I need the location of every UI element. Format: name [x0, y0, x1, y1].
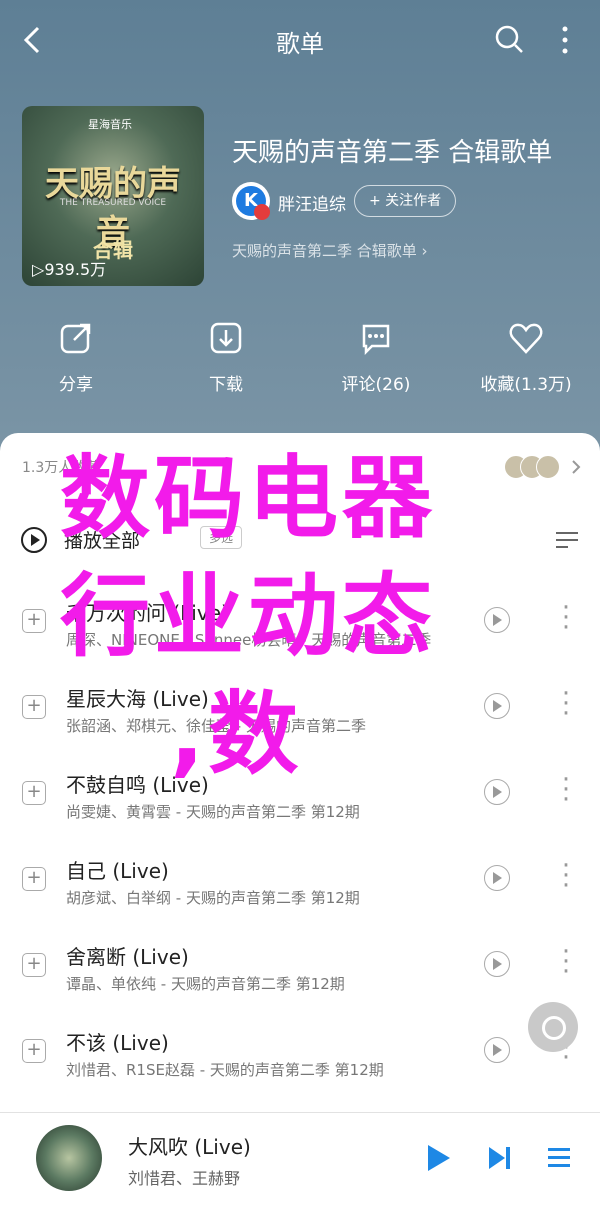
list-item[interactable]: + 自己 (Live) 胡彦斌、白举纲 - 天赐的声音第二季 第12期 · · ·: [0, 839, 600, 925]
next-track-icon[interactable]: [486, 1143, 514, 1173]
multi-select-button[interactable]: 多选: [200, 526, 243, 549]
favorite-avatars[interactable]: [500, 451, 600, 481]
add-to-playlist-icon[interactable]: +: [22, 867, 46, 891]
chevron-right-icon: [572, 460, 581, 474]
comment-icon: [362, 324, 390, 356]
now-playing-title: 大风吹 (Live): [128, 1135, 251, 1159]
favorite-button[interactable]: 收藏(1.3万): [466, 320, 586, 395]
add-to-playlist-icon[interactable]: +: [22, 953, 46, 977]
add-to-playlist-icon[interactable]: +: [22, 1039, 46, 1063]
list-item[interactable]: + 舍离断 (Live) 谭晶、单依纯 - 天赐的声音第二季 第12期 · · ·: [0, 925, 600, 1011]
cover-subtitle: THE TREASURED VOICE: [59, 198, 167, 208]
song-meta: 尚雯婕、黄霄雲 - 天赐的声音第二季 第12期: [66, 803, 360, 821]
list-sort-icon[interactable]: [554, 528, 580, 554]
comment-label: 评论(26): [341, 375, 411, 395]
more-dots-icon[interactable]: ···: [556, 853, 576, 899]
comment-button[interactable]: 评论(26): [316, 320, 436, 395]
top-bar: 歌单: [0, 0, 600, 80]
song-title: 千万次的问 (Live): [66, 601, 229, 625]
play-count: ▷939.5万: [32, 260, 107, 279]
list-item[interactable]: + 千万次的问 (Live) 周深、NINEONE、Sunnee杨芸晴 - 天赐…: [0, 581, 600, 667]
favorites-summary[interactable]: 1.3万人收藏: [22, 457, 100, 477]
video-play-icon[interactable]: [484, 951, 510, 977]
share-icon: [60, 323, 91, 354]
action-bar: 分享 下载 评论(26) 收藏(1.3万): [0, 320, 600, 400]
song-meta: 张韶涵、郑棋元、徐佳莹 - 天赐的声音第二季: [66, 717, 366, 735]
follow-author-button[interactable]: + 关注作者: [354, 185, 457, 217]
play-icon[interactable]: [424, 1143, 452, 1173]
video-play-icon[interactable]: [484, 779, 510, 805]
album-disc[interactable]: [36, 1125, 102, 1191]
add-to-playlist-icon[interactable]: +: [22, 695, 46, 719]
playlist-title: 天赐的声音第二季 合辑歌单: [232, 138, 553, 168]
playlist-queue-icon[interactable]: [546, 1143, 572, 1173]
song-title: 舍离断 (Live): [66, 945, 189, 969]
song-meta: 刘惜君、R1SE赵磊 - 天赐的声音第二季 第12期: [66, 1061, 384, 1079]
song-list-sheet: 1.3万人收藏 播放全部 多选 + 千万次的问 (Live) 周深、NINEON…: [0, 433, 600, 1123]
creator-avatar[interactable]: K: [232, 182, 270, 220]
share-label: 分享: [59, 375, 93, 395]
video-play-icon[interactable]: [484, 693, 510, 719]
more-dots-icon[interactable]: ···: [556, 681, 576, 727]
search-icon: [495, 25, 523, 53]
song-meta: 胡彦斌、白举纲 - 天赐的声音第二季 第12期: [66, 889, 360, 907]
avatar: [536, 455, 560, 479]
add-to-playlist-icon[interactable]: +: [22, 609, 46, 633]
video-play-icon[interactable]: [484, 865, 510, 891]
song-meta: 周深、NINEONE、Sunnee杨芸晴 - 天赐的声音第二季: [66, 631, 432, 649]
play-all-label: 播放全部: [64, 530, 141, 552]
list-item[interactable]: + 不鼓自鸣 (Live) 尚雯婕、黄霄雲 - 天赐的声音第二季 第12期 · ·…: [0, 753, 600, 839]
floating-locate-button[interactable]: [528, 1002, 578, 1052]
list-item[interactable]: + 星辰大海 (Live) 张韶涵、郑棋元、徐佳莹 - 天赐的声音第二季 · · ·: [0, 667, 600, 753]
creator-name[interactable]: 胖汪追综: [278, 190, 346, 215]
song-meta: 谭晶、单依纯 - 天赐的声音第二季 第12期: [66, 975, 345, 993]
song-title: 自己 (Live): [66, 859, 169, 883]
more-dots-icon[interactable]: ···: [556, 595, 576, 641]
add-to-playlist-icon[interactable]: +: [22, 781, 46, 805]
list-item[interactable]: + 不该 (Live) 刘惜君、R1SE赵磊 - 天赐的声音第二季 第12期 ·…: [0, 1011, 600, 1097]
download-label: 下载: [209, 375, 243, 395]
more-menu-button[interactable]: [545, 20, 585, 60]
download-icon: [210, 322, 242, 354]
play-all-row[interactable]: 播放全部 多选: [0, 508, 600, 568]
song-title: 不鼓自鸣 (Live): [66, 773, 209, 797]
now-playing-artist: 刘惜君、王赫野: [128, 1169, 241, 1188]
play-triangle-icon: ▷: [32, 260, 45, 279]
search-button[interactable]: [490, 20, 530, 60]
cover-brand: 星海音乐: [88, 118, 132, 131]
share-button[interactable]: 分享: [16, 320, 136, 395]
favorite-label: 收藏(1.3万): [480, 375, 572, 395]
playlist-header: 歌单 星海音乐 天赐的声音 THE TREASURED VOICE 合辑 ▷93…: [0, 0, 600, 460]
creator-row: K 胖汪追综 + 关注作者: [232, 182, 592, 222]
mini-player[interactable]: 大风吹 (Live) 刘惜君、王赫野: [0, 1112, 600, 1211]
song-title: 不该 (Live): [66, 1031, 169, 1055]
playlist-description[interactable]: 天赐的声音第二季 合辑歌单 ›: [232, 240, 428, 261]
verified-star-icon: [254, 204, 270, 220]
download-button[interactable]: 下载: [166, 320, 286, 395]
video-play-icon[interactable]: [484, 1037, 510, 1063]
playlist-cover[interactable]: 星海音乐 天赐的声音 THE TREASURED VOICE 合辑 ▷939.5…: [22, 106, 204, 286]
more-dots-icon[interactable]: ···: [556, 939, 576, 985]
song-title: 星辰大海 (Live): [66, 687, 209, 711]
more-dots-icon[interactable]: ···: [556, 767, 576, 813]
play-circle-icon: [21, 527, 47, 553]
vertical-dots-icon: [562, 26, 568, 54]
heart-icon: [509, 323, 543, 354]
video-play-icon[interactable]: [484, 607, 510, 633]
